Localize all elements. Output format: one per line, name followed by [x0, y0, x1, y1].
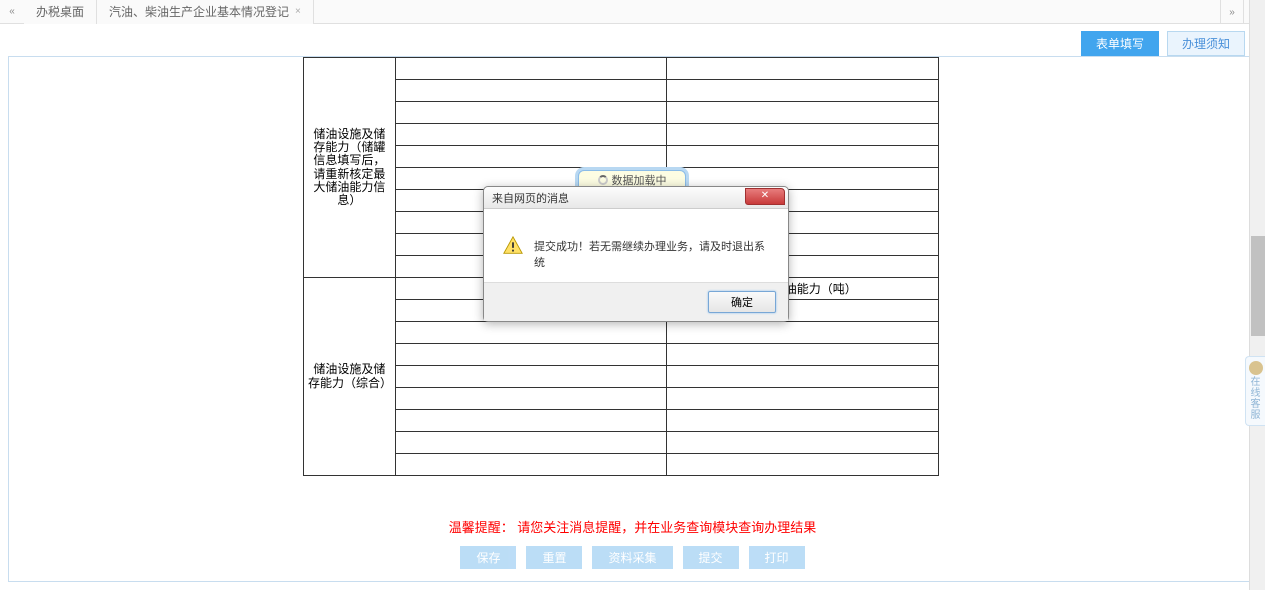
guide-button[interactable]: 办理须知	[1167, 31, 1245, 56]
spinner-icon	[598, 175, 608, 185]
section2-header: 储油设施及储存能力（综合）	[304, 278, 396, 476]
dialog-titlebar[interactable]: 来自网页的消息 ✕	[484, 187, 788, 209]
submit-button[interactable]: 提交	[683, 546, 739, 569]
footer-buttons: 保存 重置 资料采集 提交 打印	[9, 546, 1256, 569]
table-cell	[667, 322, 939, 344]
table-cell	[395, 432, 667, 454]
table-cell	[667, 432, 939, 454]
section1-header: 储油设施及储存能力（储罐信息填写后，请重新核定最大储油能力信息）	[304, 58, 396, 278]
dialog-buttons: 确定	[484, 282, 788, 321]
dialog-message: 提交成功！若无需继续办理业务，请及时退出系统	[534, 235, 770, 270]
table-cell	[395, 388, 667, 410]
alert-dialog: 来自网页的消息 ✕ 提交成功！若无需继续办理业务，请及时退出系统 确定	[483, 186, 789, 322]
tab-desktop[interactable]: 办税桌面	[24, 0, 97, 24]
tabs-scroll-right[interactable]: »	[1221, 7, 1243, 18]
dialog-body: 提交成功！若无需继续办理业务，请及时退出系统	[484, 209, 788, 282]
table-cell	[395, 366, 667, 388]
print-button[interactable]: 打印	[749, 546, 805, 569]
table-cell	[395, 124, 667, 146]
table-cell	[395, 146, 667, 168]
tab-label: 办税桌面	[36, 0, 84, 24]
save-button[interactable]: 保存	[460, 546, 516, 569]
agent-icon	[1249, 361, 1263, 375]
table-cell	[395, 80, 667, 102]
vertical-scrollbar[interactable]	[1249, 0, 1265, 590]
warning-icon	[502, 235, 524, 260]
close-icon[interactable]: ×	[295, 0, 301, 24]
scrollbar-thumb[interactable]	[1251, 236, 1265, 336]
dialog-close-button[interactable]: ✕	[745, 188, 785, 205]
collect-button[interactable]: 资料采集	[592, 546, 672, 569]
reset-button[interactable]: 重置	[526, 546, 582, 569]
table-cell	[667, 146, 939, 168]
table-cell	[395, 344, 667, 366]
tabs-scroll-left[interactable]: «	[0, 6, 24, 17]
tab-bar: « 办税桌面 汽油、柴油生产企业基本情况登记 × » ≡	[0, 0, 1265, 24]
action-row: 表单填写 办理须知	[0, 30, 1265, 56]
table-cell	[395, 58, 667, 80]
footer: 温馨提醒： 请您关注消息提醒，并在业务查询模块查询办理结果 保存 重置 资料采集…	[9, 517, 1256, 569]
table-cell	[667, 388, 939, 410]
table-cell	[667, 58, 939, 80]
tab-label: 汽油、柴油生产企业基本情况登记	[109, 0, 289, 24]
ok-button[interactable]: 确定	[708, 291, 776, 313]
footer-tip: 温馨提醒： 请您关注消息提醒，并在业务查询模块查询办理结果	[9, 517, 1256, 536]
dialog-title: 来自网页的消息	[492, 190, 569, 206]
table-cell	[667, 124, 939, 146]
table-cell	[667, 454, 939, 476]
table-cell	[395, 410, 667, 432]
table-cell	[395, 102, 667, 124]
support-label: 在线客服	[1248, 377, 1263, 421]
table-cell	[667, 102, 939, 124]
tab-oil-registration[interactable]: 汽油、柴油生产企业基本情况登记 ×	[97, 0, 314, 24]
form-fill-button[interactable]: 表单填写	[1081, 31, 1159, 56]
online-support-float[interactable]: 在线客服	[1245, 356, 1265, 426]
table-cell	[667, 410, 939, 432]
table-cell	[395, 454, 667, 476]
table-cell	[667, 366, 939, 388]
table-cell	[667, 80, 939, 102]
table-cell	[395, 322, 667, 344]
table-cell	[667, 344, 939, 366]
